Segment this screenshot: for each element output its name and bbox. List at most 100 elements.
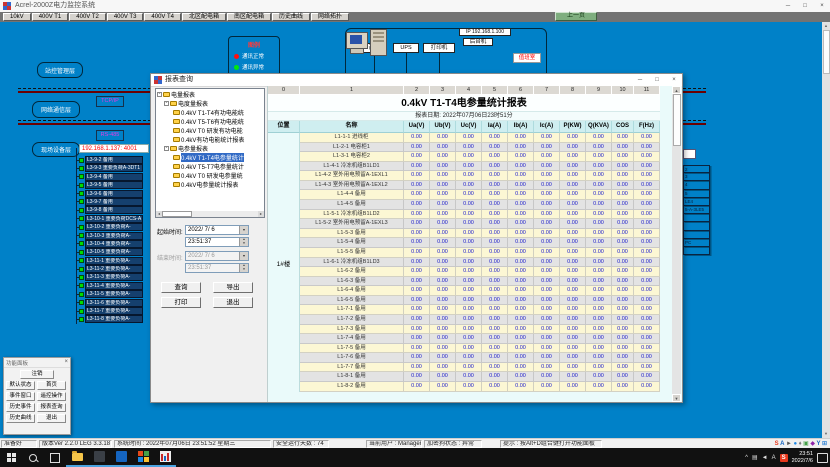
tray-icon-3[interactable]: ● <box>793 440 797 448</box>
device-row[interactable]: L3-10-3 重要负荷A- <box>76 232 143 240</box>
tab-6[interactable]: 南区配电箱 <box>227 13 271 21</box>
device-label[interactable]: L3-11-7 重要负荷A- <box>85 307 143 315</box>
device-label[interactable]: L3-9-5 备用 <box>85 181 143 189</box>
func-button-1[interactable]: 首页 <box>37 381 66 390</box>
query-button[interactable]: 查询 <box>161 282 201 293</box>
start-date-dropdown-icon[interactable]: ▼ <box>239 226 248 234</box>
print-button[interactable]: 打印 <box>161 297 201 308</box>
device-label[interactable]: L3-11-1 重要负荷A- <box>85 257 143 265</box>
device-label[interactable]: L3-11-2 重要负荷A- <box>85 265 143 273</box>
scroll-down-icon[interactable]: ▼ <box>822 430 830 438</box>
device-label[interactable]: L3-11-6 重要负荷A- <box>85 299 143 307</box>
tray-icon-7[interactable]: Y <box>816 440 820 448</box>
func-button-3[interactable]: 遥控操作 <box>37 392 66 401</box>
device-row[interactable]: L3-11-6 重要负荷A- <box>76 299 143 307</box>
tray-icon-8[interactable]: ⊞ <box>822 440 827 448</box>
start-button[interactable] <box>0 448 22 467</box>
tray-icon-4[interactable]: ♦ <box>799 440 802 448</box>
tree-horizontal-scrollbar[interactable]: ◄ ► <box>156 211 264 217</box>
device-label[interactable]: L3-10-2 重要负荷A- <box>85 223 143 231</box>
device-row[interactable]: L3-11-4 重要负荷A- <box>76 282 143 290</box>
func-button-2[interactable]: 事件窗口 <box>6 392 35 401</box>
tree-root[interactable]: -电量报表 <box>157 90 263 99</box>
collapse-icon[interactable]: - <box>157 92 162 97</box>
func-button-6[interactable]: 历史曲线 <box>6 414 35 423</box>
tray-icon-5[interactable]: ▣ <box>803 440 809 448</box>
tree-item-0-3[interactable]: 0.4kV有功电能统计报表 <box>157 135 263 144</box>
table-scroll-down-icon[interactable]: ▼ <box>672 394 681 402</box>
end-time-field[interactable]: 23:51:37 ▲▼ <box>185 263 249 273</box>
device-row[interactable]: L3-10-4 重要负荷A- <box>76 240 143 248</box>
tray-chevron-icon[interactable]: ^ <box>745 455 748 461</box>
sogou-icon[interactable]: S <box>780 454 788 462</box>
device-row[interactable]: L3-9-6 备用 <box>76 190 143 198</box>
file-explorer-icon[interactable] <box>66 448 88 467</box>
app-icon-blue[interactable] <box>110 448 132 467</box>
func-button-7[interactable]: 退出 <box>37 414 66 423</box>
device-row[interactable]: L3-11-1 重要负荷A- <box>76 257 143 265</box>
tab-1[interactable]: 400V T1 <box>32 13 69 21</box>
device-row[interactable]: L3-11-3 重要负荷A- <box>76 273 143 281</box>
dialog-close-icon[interactable]: × <box>666 74 682 86</box>
tray-icon-1[interactable]: A <box>780 440 784 448</box>
tree-item-0-0[interactable]: 0.4kV T1-T4有功电能统 <box>157 108 263 117</box>
device-row[interactable]: L3-9-3 重要负荷A-3DT1 <box>76 164 143 172</box>
start-time-spinner[interactable]: ▲▼ <box>239 238 248 246</box>
monitor-app-icon[interactable] <box>154 448 176 467</box>
device-label[interactable]: L3-9-3 重要负荷A-3DT1 <box>85 164 143 172</box>
window-close-icon[interactable]: × <box>814 0 830 12</box>
search-icon[interactable] <box>22 448 44 467</box>
task-view-icon[interactable] <box>44 448 66 467</box>
tree-item-1-1[interactable]: 0.4kV T5-T7电参量统计 <box>157 162 263 171</box>
device-row[interactable]: L3-9-2 备用 <box>76 156 143 164</box>
tree-item-1-0[interactable]: 0.4kV T1-T4电参量统计 <box>157 153 263 162</box>
device-row[interactable]: L3-9-8 备用 <box>76 206 143 214</box>
logout-button[interactable]: 注销 <box>20 370 54 379</box>
device-row[interactable]: L3-9-7 备用 <box>76 198 143 206</box>
scroll-right-icon[interactable]: ► <box>258 211 264 217</box>
func-button-0[interactable]: 默认状态 <box>6 381 35 390</box>
device-label[interactable]: L3-10-3 重要负荷A- <box>85 232 143 240</box>
main-scrollbar-thumb[interactable] <box>823 30 830 74</box>
device-row[interactable]: L3-11-7 重要负荷A- <box>76 307 143 315</box>
tree-item-0-2[interactable]: 0.4kV T0 研发有功电能 <box>157 126 263 135</box>
table-scrollbar-thumb[interactable] <box>673 94 681 146</box>
taskbar-clock[interactable]: 23:512022/7/6 <box>792 451 813 464</box>
device-row[interactable]: L3-10-2 重要负荷A- <box>76 223 143 231</box>
tab-7[interactable]: 历史曲线 <box>272 13 310 21</box>
office-app-icon[interactable] <box>132 448 154 467</box>
touch-keyboard-icon[interactable]: ▤ <box>752 454 758 461</box>
table-scroll-up-icon[interactable]: ▲ <box>672 86 681 94</box>
func-button-5[interactable]: 报表查询 <box>37 403 66 412</box>
end-date-dropdown-icon[interactable]: ▼ <box>239 252 248 260</box>
device-label[interactable]: L3-9-2 备用 <box>85 156 143 164</box>
notification-center-icon[interactable] <box>817 453 828 463</box>
func-button-4[interactable]: 历史事件 <box>6 403 35 412</box>
tree-item-1-2[interactable]: 0.4kV T0 研发电参量统 <box>157 171 263 180</box>
tree-group-1[interactable]: -电参量报表 <box>157 144 263 153</box>
tree-item-0-1[interactable]: 0.4kV T5-T6有功电能统 <box>157 117 263 126</box>
window-minimize-icon[interactable]: ─ <box>780 0 796 12</box>
device-label[interactable]: L3-9-4 备用 <box>85 173 143 181</box>
collapse-icon[interactable]: - <box>164 101 169 106</box>
tray-icon-0[interactable]: S <box>775 440 779 448</box>
device-label[interactable]: L3-10-1 重要负荷DCS-A <box>85 215 143 223</box>
start-time-field[interactable]: 23:51:37 ▲▼ <box>185 237 249 247</box>
device-label[interactable]: L3-10-4 重要负荷A- <box>85 240 143 248</box>
device-label[interactable]: L3-9-6 备用 <box>85 190 143 198</box>
device-row[interactable]: L3-9-4 备用 <box>76 173 143 181</box>
device-label[interactable]: L3-11-3 重要负荷A- <box>85 273 143 281</box>
tree-scrollbar-thumb[interactable] <box>162 211 192 217</box>
main-scrollbar[interactable]: ▲ ▼ <box>822 22 830 438</box>
device-label[interactable]: L3-10-5 重要负荷A- <box>85 248 143 256</box>
tray-icon-2[interactable]: ► <box>786 440 792 448</box>
previous-page-button[interactable]: 上一页 <box>555 12 597 21</box>
tab-8[interactable]: 网络拓扑 <box>311 13 349 21</box>
window-maximize-icon[interactable]: □ <box>797 0 813 12</box>
tab-2[interactable]: 400V T2 <box>69 13 106 21</box>
start-date-field[interactable]: 2022/ 7/ 6 ▼ <box>185 225 249 235</box>
collapse-icon[interactable]: - <box>164 146 169 151</box>
app-icon-dark[interactable] <box>88 448 110 467</box>
tree-item-1-3[interactable]: 0.4kV电参量统计报表 <box>157 180 263 189</box>
device-label[interactable]: L3-11-4 重要负荷A- <box>85 282 143 290</box>
